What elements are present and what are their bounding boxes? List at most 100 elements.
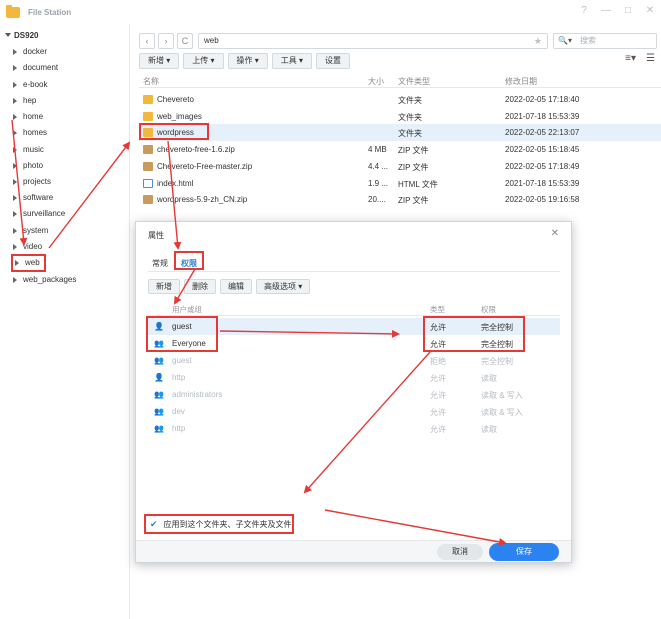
file-row[interactable]: index.html 1.9 ... HTML 文件 2021-07-18 15… [139, 175, 661, 192]
apply-to-subfolders-checkbox[interactable]: ✔ 应用到这个文件夹、子文件夹及文件 [144, 514, 294, 534]
expand-arrow-icon[interactable] [13, 82, 17, 88]
tree-root-ds920[interactable]: DS920 [5, 31, 38, 40]
expand-arrow-icon[interactable] [13, 163, 17, 169]
expand-arrow-icon[interactable] [15, 260, 19, 266]
expand-arrow-icon[interactable] [13, 98, 17, 104]
save-button[interactable]: 保存 [489, 543, 559, 561]
file-row[interactable]: Chevereto-Free-master.zip 4.4 ... ZIP 文件… [139, 158, 661, 175]
user-icon: 👤 [154, 373, 164, 382]
list-view-icon[interactable]: ≡▾ [625, 53, 636, 64]
file-date: 2021-07-18 15:53:39 [505, 179, 580, 188]
expand-arrow-icon[interactable] [13, 179, 17, 185]
advanced-options-button[interactable]: 高级选项 ▾ [256, 279, 311, 294]
sidebar-item-document[interactable]: document [13, 61, 58, 75]
maximize-icon[interactable]: □ [623, 5, 633, 17]
col-size[interactable]: 大小 [368, 76, 384, 87]
sidebar-item-projects[interactable]: projects [13, 175, 51, 189]
create-button[interactable]: 新增 ▾ [139, 53, 180, 69]
file-station-logo-icon [6, 4, 20, 18]
minimize-icon[interactable]: — [601, 5, 611, 17]
expand-arrow-icon[interactable] [13, 211, 17, 217]
sidebar-item-surveillance[interactable]: surveillance [13, 207, 65, 221]
col-user-group[interactable]: 用户或组 [172, 304, 202, 315]
edit-button[interactable]: 编辑 [220, 279, 252, 294]
file-name: Chevereto [157, 95, 194, 104]
sidebar-item-label: system [23, 226, 49, 235]
tools-button[interactable]: 工具 ▾ [271, 53, 312, 69]
title-bar: File Station ? — □ ✕ [0, 0, 661, 24]
perm-level: 完全控制 [481, 357, 513, 366]
file-row-selected[interactable]: wordpress 文件夹 2022-02-05 22:13:07 [139, 124, 661, 141]
perm-user: dev [172, 407, 185, 416]
file-row[interactable]: chevereto-free-1.6.zip 4 MB ZIP 文件 2022-… [139, 141, 661, 158]
search-icon: 🔍▾ [558, 36, 572, 45]
expand-arrow-icon[interactable] [13, 49, 17, 55]
perm-level: 读取 [481, 374, 497, 383]
perm-level: 读取 [481, 425, 497, 434]
group-icon: 👥 [154, 356, 164, 365]
expand-arrow-icon[interactable] [13, 147, 17, 153]
upload-button[interactable]: 上传 ▾ [183, 53, 224, 69]
expand-arrow-icon[interactable] [13, 277, 17, 283]
action-button[interactable]: 操作 ▾ [227, 53, 268, 69]
sidebar-item-docker[interactable]: docker [13, 45, 47, 59]
perm-type: 允许 [430, 374, 446, 383]
tab-permissions[interactable]: 权限 [181, 258, 197, 269]
expand-arrow-icon[interactable] [13, 130, 17, 136]
col-date[interactable]: 修改日期 [505, 76, 537, 87]
sidebar-item-hep[interactable]: hep [13, 94, 36, 108]
sort-icon[interactable]: ☰ [646, 53, 655, 64]
tree-root-label: DS920 [14, 31, 39, 40]
close-icon[interactable]: ✕ [645, 5, 655, 17]
sidebar-item-video[interactable]: video [13, 240, 42, 254]
sidebar-item-software[interactable]: software [13, 191, 53, 205]
col-permission[interactable]: 权限 [481, 304, 496, 315]
help-icon[interactable]: ? [579, 5, 589, 17]
path-field[interactable]: web ★ [198, 33, 548, 49]
cancel-button[interactable]: 取消 [437, 544, 483, 560]
file-name: chevereto-free-1.6.zip [157, 145, 235, 154]
expand-arrow-icon[interactable] [13, 195, 17, 201]
properties-dialog: 属性 ✕ 常规 权限 新增 删除 编辑 高级选项 ▾ 用户或组 类型 权限 👤 … [135, 221, 572, 563]
delete-button[interactable]: 删除 [184, 279, 216, 294]
html-file-icon [143, 179, 153, 188]
sidebar-item-home[interactable]: home [13, 110, 43, 124]
dialog-close-icon[interactable]: ✕ [551, 228, 559, 239]
file-row[interactable]: wordpress-5.9-zh_CN.zip 20.... ZIP 文件 20… [139, 191, 661, 208]
add-button[interactable]: 新增 [148, 279, 180, 294]
checkmark-icon[interactable]: ✔ [150, 519, 158, 530]
sidebar-item-web-packages[interactable]: web_packages [13, 273, 76, 287]
perm-level: 读取 & 写入 [481, 408, 523, 417]
expand-arrow-icon[interactable] [13, 244, 17, 250]
col-type[interactable]: 文件类型 [398, 76, 430, 87]
apply-label: 应用到这个文件夹、子文件夹及文件 [163, 519, 292, 529]
toolbar-buttons: 新增 ▾ 上传 ▾ 操作 ▾ 工具 ▾ 设置 [139, 53, 350, 69]
sidebar-item-web[interactable]: web [11, 254, 46, 272]
view-controls: ≡▾ ☰ [625, 53, 655, 64]
file-row[interactable]: web_images 文件夹 2021-07-18 15:53:39 [139, 108, 661, 125]
refresh-button[interactable]: C [177, 33, 193, 49]
search-input[interactable]: 🔍▾ 搜索 [553, 33, 657, 49]
col-name[interactable]: 名称 [143, 76, 159, 87]
sidebar-item-photo[interactable]: photo [13, 159, 43, 173]
file-name: wordpress-5.9-zh_CN.zip [157, 195, 248, 204]
sidebar-item-system[interactable]: system [13, 224, 48, 238]
back-button[interactable]: ‹ [139, 33, 155, 49]
expand-arrow-icon[interactable] [13, 114, 17, 120]
sidebar-item-e-book[interactable]: e-book [13, 78, 47, 92]
col-type[interactable]: 类型 [430, 304, 445, 315]
sidebar-item-label: hep [23, 96, 37, 105]
sidebar-item-music[interactable]: music [13, 143, 44, 157]
tab-general[interactable]: 常规 [152, 258, 168, 269]
window-controls: ? — □ ✕ [579, 5, 655, 17]
file-row[interactable]: Chevereto 文件夹 2022-02-05 17:18:40 [139, 91, 661, 108]
sidebar-item-label: web_packages [23, 275, 77, 284]
expand-arrow-icon[interactable] [13, 65, 17, 71]
star-icon[interactable]: ★ [534, 34, 542, 48]
forward-button[interactable]: › [158, 33, 174, 49]
settings-button[interactable]: 设置 [316, 53, 350, 69]
sidebar-item-homes[interactable]: homes [13, 126, 47, 140]
sidebar-item-label: projects [23, 177, 52, 186]
app-title: File Station [28, 7, 72, 17]
expand-arrow-icon[interactable] [13, 228, 17, 234]
